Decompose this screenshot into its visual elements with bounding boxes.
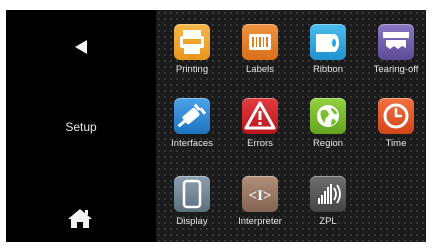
tile-ribbon[interactable]: Ribbon: [294, 18, 362, 80]
tile-interfaces[interactable]: Interfaces: [158, 92, 226, 154]
setup-menu-grid: Printing Labels Ribbon Tearing-off Inter…: [156, 10, 426, 242]
back-button[interactable]: [68, 34, 94, 60]
tile-tearing-off[interactable]: Tearing-off: [362, 18, 426, 80]
home-icon: [68, 209, 92, 228]
menu-title: Setup: [65, 120, 97, 134]
tile-errors[interactable]: Errors: [226, 92, 294, 154]
svg-text:<I>: <I>: [249, 188, 272, 204]
time-icon: [378, 98, 414, 134]
printer-setup-screen: Setup Printing Labels Ribbon Tearing-off…: [6, 10, 426, 242]
tile-interpreter[interactable]: <I> Interpreter: [226, 170, 294, 232]
interfaces-icon: [174, 98, 210, 134]
zpl-icon: [310, 176, 346, 212]
tile-zpl[interactable]: ZPL: [294, 170, 362, 232]
printing-icon: [174, 24, 210, 60]
tearing-off-icon: [378, 24, 414, 60]
tile-printing[interactable]: Printing: [158, 18, 226, 80]
tile-label: Tearing-off: [373, 64, 419, 75]
region-icon: [310, 98, 346, 134]
back-triangle-icon: [75, 40, 87, 54]
ribbon-icon: [310, 24, 346, 60]
display-icon: [174, 176, 210, 212]
tile-labels[interactable]: Labels: [226, 18, 294, 80]
errors-icon: [242, 98, 278, 134]
tile-display[interactable]: Display: [158, 170, 226, 232]
tile-label: ZPL: [319, 216, 337, 227]
tile-region[interactable]: Region: [294, 92, 362, 154]
interpreter-icon: <I>: [242, 176, 278, 212]
home-button[interactable]: [64, 204, 96, 232]
tile-label: Time: [385, 138, 407, 149]
tile-time[interactable]: Time: [362, 92, 426, 154]
sidebar: Setup: [6, 10, 156, 242]
labels-icon: [242, 24, 278, 60]
